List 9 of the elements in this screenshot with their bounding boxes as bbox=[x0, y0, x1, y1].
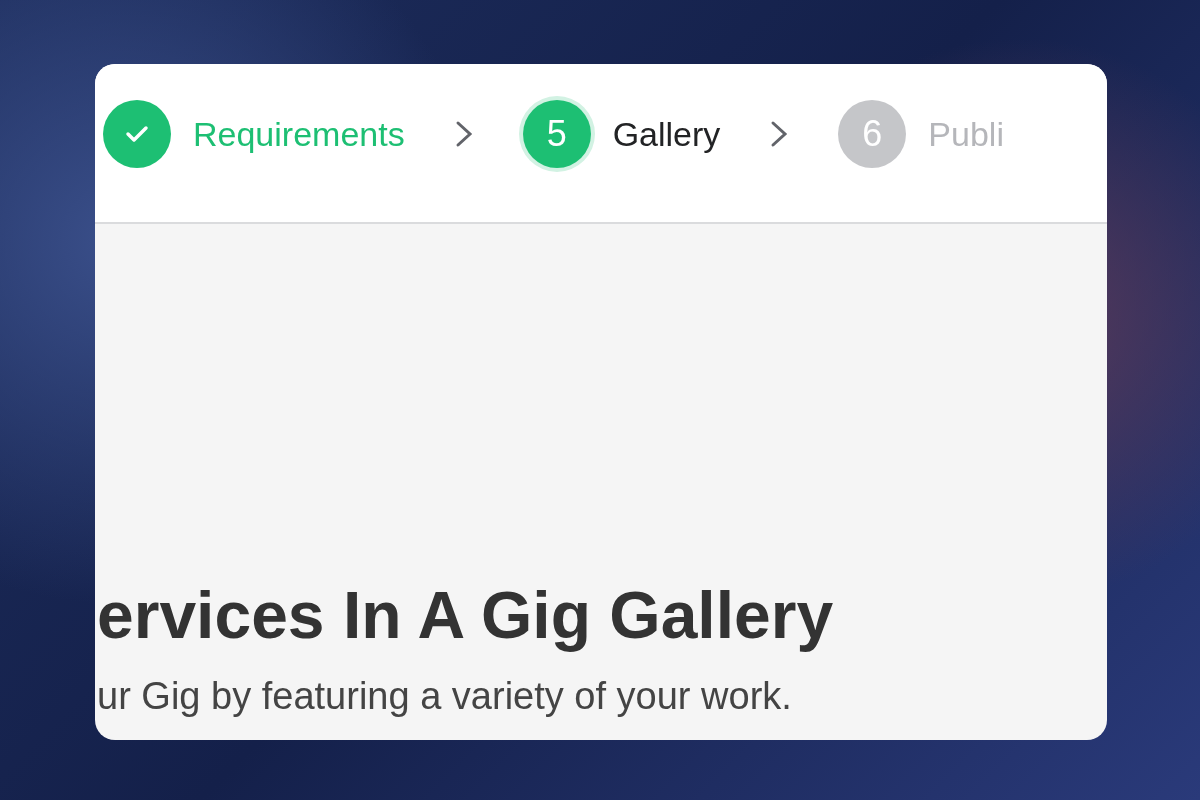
step-label[interactable]: Requirements bbox=[193, 114, 405, 154]
chevron-right-icon bbox=[454, 120, 473, 148]
step-label[interactable]: Publi bbox=[928, 114, 1004, 154]
step-label[interactable]: Gallery bbox=[612, 114, 721, 154]
page-heading: ervices In A Gig Gallery bbox=[97, 577, 835, 653]
chevron-right-icon bbox=[770, 120, 789, 148]
step-number: 6 bbox=[838, 100, 907, 168]
step-number: 5 bbox=[522, 100, 591, 168]
page-description: ur Gig by featuring a variety of your work. bbox=[97, 675, 793, 718]
